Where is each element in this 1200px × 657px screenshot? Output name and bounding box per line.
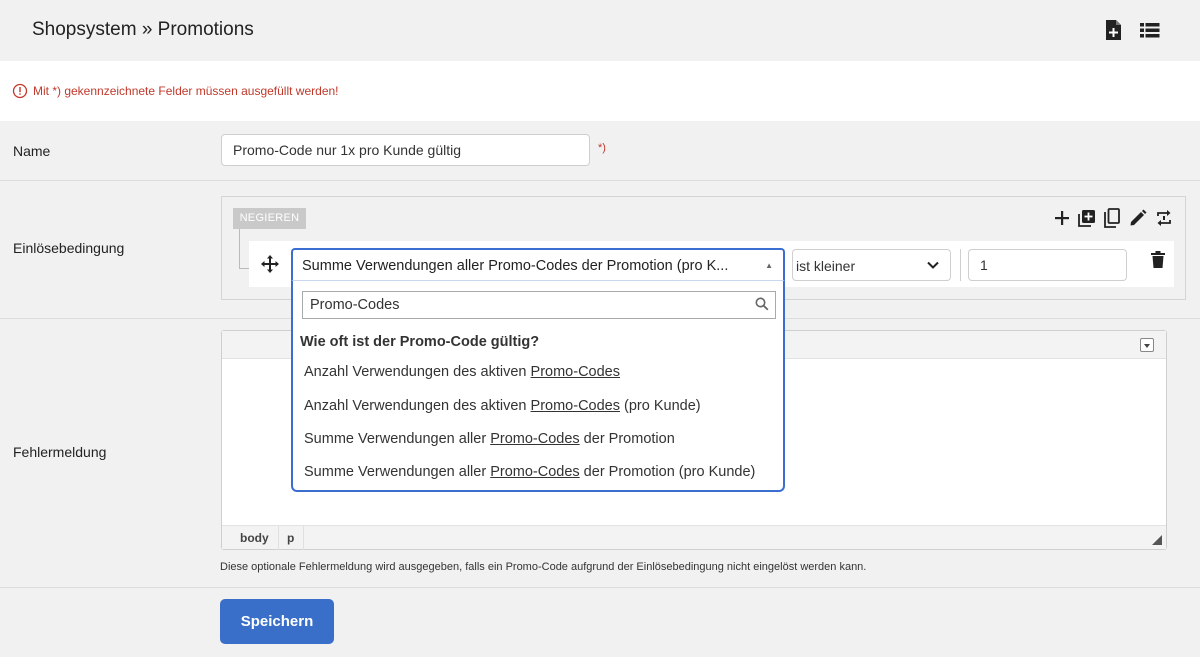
dropdown-option[interactable]: Anzahl Verwendungen des aktiven Promo-Co… [304,364,620,380]
divider [278,526,279,550]
new-document-icon[interactable] [1102,19,1124,41]
condition-value-input[interactable] [968,249,1127,281]
operator-value: ist kleiner [796,258,856,274]
expand-toolbar-icon[interactable] [1140,338,1154,352]
option-match: Promo-Codes [490,464,580,480]
name-label: Name [13,143,51,159]
required-fields-notice: Mit *) gekennzeichnete Felder müssen aus… [0,61,1200,121]
option-match: Promo-Codes [490,431,580,447]
move-handle-icon[interactable] [260,254,280,274]
resize-handle-icon[interactable] [1152,535,1162,545]
dropdown-option[interactable]: Summe Verwendungen aller Promo-Codes der… [304,464,755,480]
swap-icon[interactable] [1153,207,1175,229]
row-divider [0,587,1200,588]
condition-label: Einlösebedingung [13,240,125,256]
chevron-down-icon [927,261,939,269]
row-divider [0,180,1200,181]
page-title: Shopsystem » Promotions [32,19,254,40]
option-match: Promo-Codes [530,364,620,380]
negate-button[interactable]: NEGIEREN [233,208,306,229]
option-text: Anzahl Verwendungen des aktiven [304,364,531,380]
divider [960,249,961,281]
condition-type-value: Summe Verwendungen aller Promo-Codes der… [302,258,729,274]
copy-icon[interactable] [1101,207,1123,229]
required-marker: *) [598,142,606,154]
option-text: der Promotion (pro Kunde) [579,464,756,480]
option-text: (pro Kunde) [619,398,701,414]
plus-icon[interactable] [1051,207,1073,229]
dropdown-search-input[interactable] [302,291,776,319]
option-text: der Promotion [579,431,675,447]
dropdown-option[interactable]: Anzahl Verwendungen des aktiven Promo-Co… [304,398,701,414]
editor-statusbar: body p [222,525,1166,550]
error-message-hint: Diese optionale Fehlermeldung wird ausge… [220,561,867,573]
tree-connector [239,229,240,269]
option-text: Summe Verwendungen aller [304,464,491,480]
notice-text: Mit *) gekennzeichnete Felder müssen aus… [33,84,339,98]
add-group-icon[interactable] [1076,207,1098,229]
path-crumb-body[interactable]: body [240,531,269,545]
list-icon[interactable] [1139,19,1161,41]
alert-circle-icon [12,83,28,99]
page-header: Shopsystem » Promotions [0,0,1200,61]
error-message-label: Fehlermeldung [13,444,107,460]
option-text: Anzahl Verwendungen des aktiven [304,398,531,414]
divider [303,526,304,550]
edit-icon[interactable] [1127,207,1149,229]
trash-icon[interactable] [1149,250,1167,270]
dropdown-option[interactable]: Summe Verwendungen aller Promo-Codes der… [304,431,675,447]
operator-select[interactable]: ist kleiner [792,249,951,281]
name-input[interactable] [221,134,590,166]
condition-type-select[interactable]: Summe Verwendungen aller Promo-Codes der… [291,248,785,281]
search-icon [755,297,769,311]
dropdown-group-label: Wie oft ist der Promo-Code gültig? [300,334,540,350]
option-match: Promo-Codes [530,398,620,414]
path-crumb-p[interactable]: p [287,531,294,545]
caret-up-icon: ▲ [765,261,773,270]
save-button[interactable]: Speichern [220,599,334,644]
option-text: Summe Verwendungen aller [304,431,491,447]
condition-type-dropdown: Wie oft ist der Promo-Code gültig? Anzah… [291,280,785,492]
